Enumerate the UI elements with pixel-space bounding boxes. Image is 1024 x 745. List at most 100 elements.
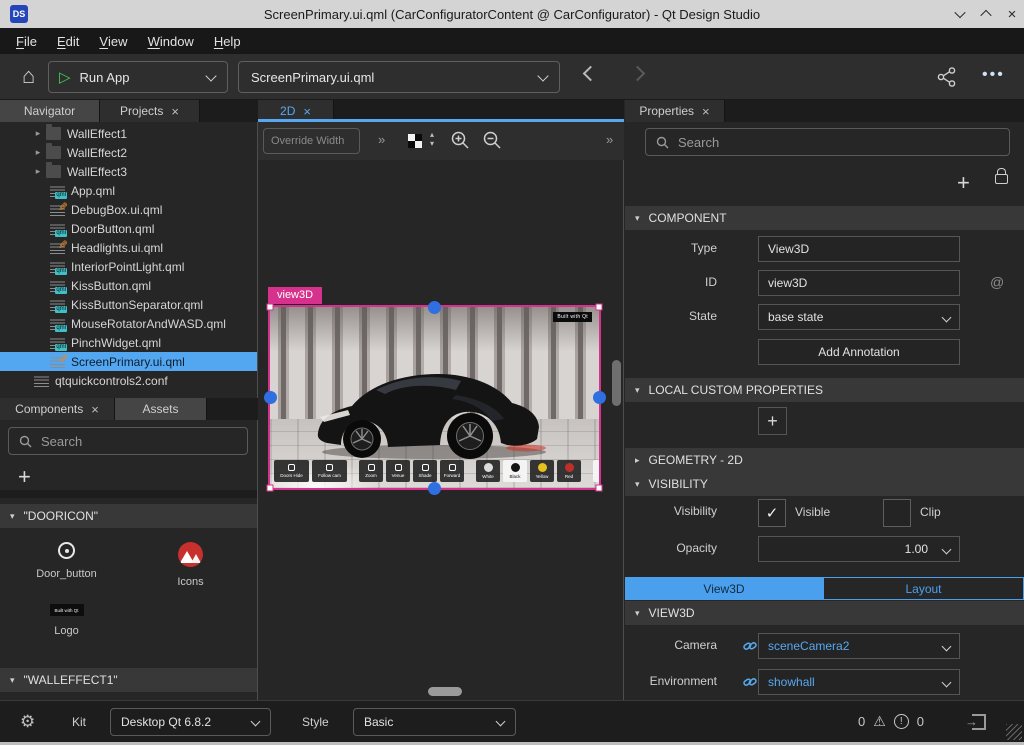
resize-grip[interactable] [1006,724,1022,740]
more-options-icon[interactable]: ••• [982,66,1005,84]
scene-button-light[interactable]: Light [593,460,599,482]
tree-item[interactable]: Headlights.ui.qml [0,238,257,257]
close-button[interactable]: × [1000,0,1024,28]
opacity-field[interactable]: 1.00 [758,536,960,562]
override-width-input[interactable] [264,129,359,153]
selection-handle[interactable] [596,485,603,492]
visible-checkbox[interactable]: ✓ [758,499,786,527]
tab-components[interactable]: Components × [0,398,115,420]
scene-button-forward[interactable]: Forward [440,460,464,482]
component-item[interactable]: Door_button [9,542,124,604]
tree-item[interactable]: ▸WallEffect1 [0,124,257,143]
zoom-out-icon[interactable] [482,130,502,150]
tree-item[interactable]: KissButtonSeparator.qml [0,295,257,314]
close-icon[interactable]: × [702,104,710,119]
tree-item[interactable]: ScreenPrimary.ui.qml [0,352,257,371]
tree-item[interactable]: PinchWidget.qml [0,333,257,352]
tree-item[interactable]: ▸WallEffect3 [0,162,257,181]
maximize-button[interactable] [974,0,998,28]
menu-item-file[interactable]: File [6,28,47,54]
component-item[interactable]: Built with QtLogo [9,604,124,666]
selection-handle[interactable] [596,394,603,401]
gear-icon[interactable]: ⚙ [20,712,35,732]
tree-item[interactable]: ▸WallEffect2 [0,143,257,162]
selection-handle[interactable] [267,304,274,311]
binding-link-icon[interactable] [743,675,757,689]
scene-button-yellow[interactable]: Yellow [530,460,554,482]
close-icon[interactable]: × [91,402,99,417]
state-dropdown[interactable]: base state [758,304,960,330]
id-field[interactable]: view3D [758,270,960,296]
zoom-in-icon[interactable] [450,130,470,150]
components-search-input[interactable] [41,434,223,449]
add-custom-property-button[interactable]: + [758,407,787,435]
share-icon[interactable] [936,66,958,88]
add-annotation-button[interactable]: Add Annotation [758,339,960,365]
tree-item[interactable]: MouseRotatorAndWASD.qml [0,314,257,333]
scene-button-black[interactable]: Black [503,460,527,482]
scene-button-red[interactable]: Red [557,460,581,482]
component-item[interactable]: Icons [133,542,248,604]
expand-chevron-icon[interactable]: ▸ [30,147,46,158]
open-file-selector[interactable]: ScreenPrimary.ui.qml [238,61,560,93]
tab-navigator[interactable]: Navigator [0,100,100,122]
subtab-view3d[interactable]: View3D [625,577,823,600]
scene-button-follow-cam[interactable]: Follow cam [312,460,347,482]
back-button[interactable] [583,66,599,82]
run-app-button[interactable]: ▷ Run App [48,61,228,93]
add-component-button[interactable]: + [18,466,31,488]
tab-assets[interactable]: Assets [115,398,207,420]
selected-item-view3d[interactable]: Built with Qt [268,305,601,490]
section-visibility[interactable]: ▾ VISIBILITY [625,472,1024,496]
minimize-button[interactable] [948,0,972,28]
home-icon[interactable]: ⌂ [22,63,35,89]
menu-item-window[interactable]: Window [138,28,204,54]
tree-item[interactable]: App.qml [0,181,257,200]
scene-button-doors-hide[interactable]: Doors Hide [274,460,309,482]
scene-button-white[interactable]: White [476,460,500,482]
horizontal-scrollbar[interactable] [428,687,462,696]
scene-button-zoom[interactable]: Zoom [359,460,383,482]
style-dropdown[interactable]: Basic [353,708,516,736]
menu-item-view[interactable]: View [89,28,137,54]
camera-dropdown[interactable]: sceneCamera2 [758,633,960,659]
tab-projects[interactable]: Projects × [100,100,200,122]
vertical-scrollbar[interactable] [612,360,621,406]
open-output-pane-icon[interactable] [972,714,986,730]
issue-counts[interactable]: 0 ⚠ ! 0 [858,713,924,730]
tree-item[interactable]: qtquickcontrols2.conf [0,371,257,390]
close-icon[interactable]: × [303,104,311,119]
overflow-chevrons-icon[interactable]: » [378,132,385,147]
menu-item-edit[interactable]: Edit [47,28,89,54]
section-geometry-2d[interactable]: ▸ GEOMETRY - 2D [625,448,1024,472]
scene-button-venue[interactable]: Venue [386,460,410,482]
background-checker-icon[interactable] [408,134,422,148]
selection-handle[interactable] [267,485,274,492]
binding-link-icon[interactable] [743,639,757,653]
tree-item[interactable]: InteriorPointLight.qml [0,257,257,276]
alias-export-icon[interactable]: @ [990,274,1004,290]
subtab-layout[interactable]: Layout [823,577,1024,600]
clip-checkbox[interactable] [883,499,911,527]
sort-arrows-icon[interactable]: ▴▾ [430,131,434,149]
expand-chevron-icon[interactable]: ▸ [30,166,46,177]
override-width-field[interactable] [263,128,360,154]
tree-item[interactable]: KissButton.qml [0,276,257,295]
selection-handle[interactable] [431,304,438,311]
section-view3d[interactable]: ▾ VIEW3D [625,601,1024,625]
components-search[interactable] [8,427,248,455]
properties-search-input[interactable] [678,135,960,150]
add-property-button[interactable]: + [957,172,970,194]
selection-handle[interactable] [267,394,274,401]
tree-item[interactable]: DebugBox.ui.qml [0,200,257,219]
selection-handle[interactable] [596,304,603,311]
tree-item[interactable]: DoorButton.qml [0,219,257,238]
properties-search[interactable] [645,128,1010,156]
section-component[interactable]: ▾ COMPONENT [625,206,1024,230]
menu-item-help[interactable]: Help [204,28,251,54]
expand-chevron-icon[interactable]: ▸ [30,128,46,139]
section-walleffect1[interactable]: ▾ "WALLEFFECT1" [0,668,257,692]
type-field[interactable]: View3D [758,236,960,262]
overflow-chevrons-icon[interactable]: » [606,132,613,147]
forward-button[interactable] [630,66,646,82]
